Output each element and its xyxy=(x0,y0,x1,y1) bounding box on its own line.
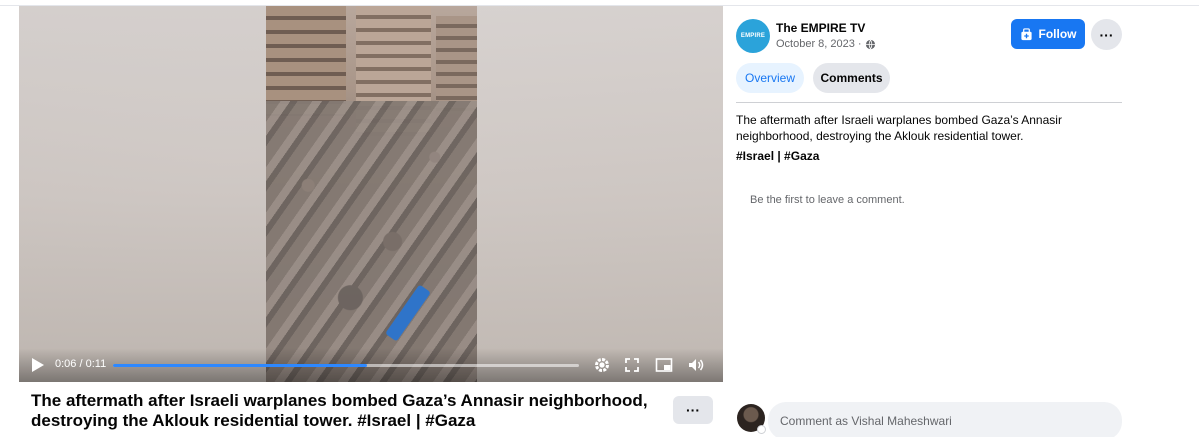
current-time: 0:06 xyxy=(55,358,77,370)
progress-fill xyxy=(113,364,367,367)
tab-overview[interactable]: Overview xyxy=(736,63,804,93)
avatar-logo-text: EMPIRE xyxy=(740,33,766,39)
duration: 0:11 xyxy=(85,358,107,370)
video-frame[interactable] xyxy=(266,6,477,382)
post-meta: October 8, 2023 · xyxy=(776,38,876,50)
volume-icon[interactable] xyxy=(687,356,705,374)
fullscreen-icon[interactable] xyxy=(623,356,641,374)
progress-bar[interactable] xyxy=(113,364,579,367)
video-controls: 0:06 / 0:11 xyxy=(19,348,723,382)
play-icon[interactable] xyxy=(31,357,45,373)
divider xyxy=(736,102,1122,103)
follow-label: Follow xyxy=(1038,27,1077,41)
settings-gear-icon[interactable] xyxy=(593,356,611,374)
video-player[interactable]: 0:06 / 0:11 xyxy=(19,6,723,382)
video-backdrop-right xyxy=(477,6,723,382)
tab-comments[interactable]: Comments xyxy=(813,63,890,93)
follow-button[interactable]: Follow xyxy=(1011,19,1085,49)
page-avatar[interactable]: EMPIRE xyxy=(736,19,770,53)
follow-page-icon xyxy=(1020,27,1033,41)
building-image xyxy=(266,6,346,116)
post-date[interactable]: October 8, 2023 xyxy=(776,38,855,50)
page-name[interactable]: The EMPIRE TV xyxy=(776,21,865,35)
picture-in-picture-icon[interactable] xyxy=(655,356,673,374)
post-hashtags[interactable]: #Israel | #Gaza xyxy=(736,149,819,163)
video-backdrop-left xyxy=(19,6,266,382)
meta-separator: · xyxy=(857,38,862,50)
building-image xyxy=(436,16,477,111)
comment-placeholder: Comment as Vishal Maheshwari xyxy=(780,414,952,428)
more-options-button[interactable]: ··· xyxy=(1091,19,1122,50)
comment-input[interactable]: Comment as Vishal Maheshwari xyxy=(768,402,1122,437)
avatar-menu-icon[interactable] xyxy=(757,425,766,434)
post-sidebar: EMPIRE The EMPIRE TV October 8, 2023 · F… xyxy=(723,6,1199,437)
empty-comments-message: Be the first to leave a comment. xyxy=(750,194,905,206)
title-more-button[interactable]: ··· xyxy=(673,396,713,424)
video-time: 0:06 / 0:11 xyxy=(55,358,106,370)
video-post-page: 0:06 / 0:11 The aftermath after Israeli … xyxy=(0,0,1199,437)
video-title: The aftermath after Israeli warplanes bo… xyxy=(31,391,648,430)
rubble-image xyxy=(266,101,477,382)
globe-icon xyxy=(865,39,876,50)
post-description: The aftermath after Israeli warplanes bo… xyxy=(736,113,1062,143)
